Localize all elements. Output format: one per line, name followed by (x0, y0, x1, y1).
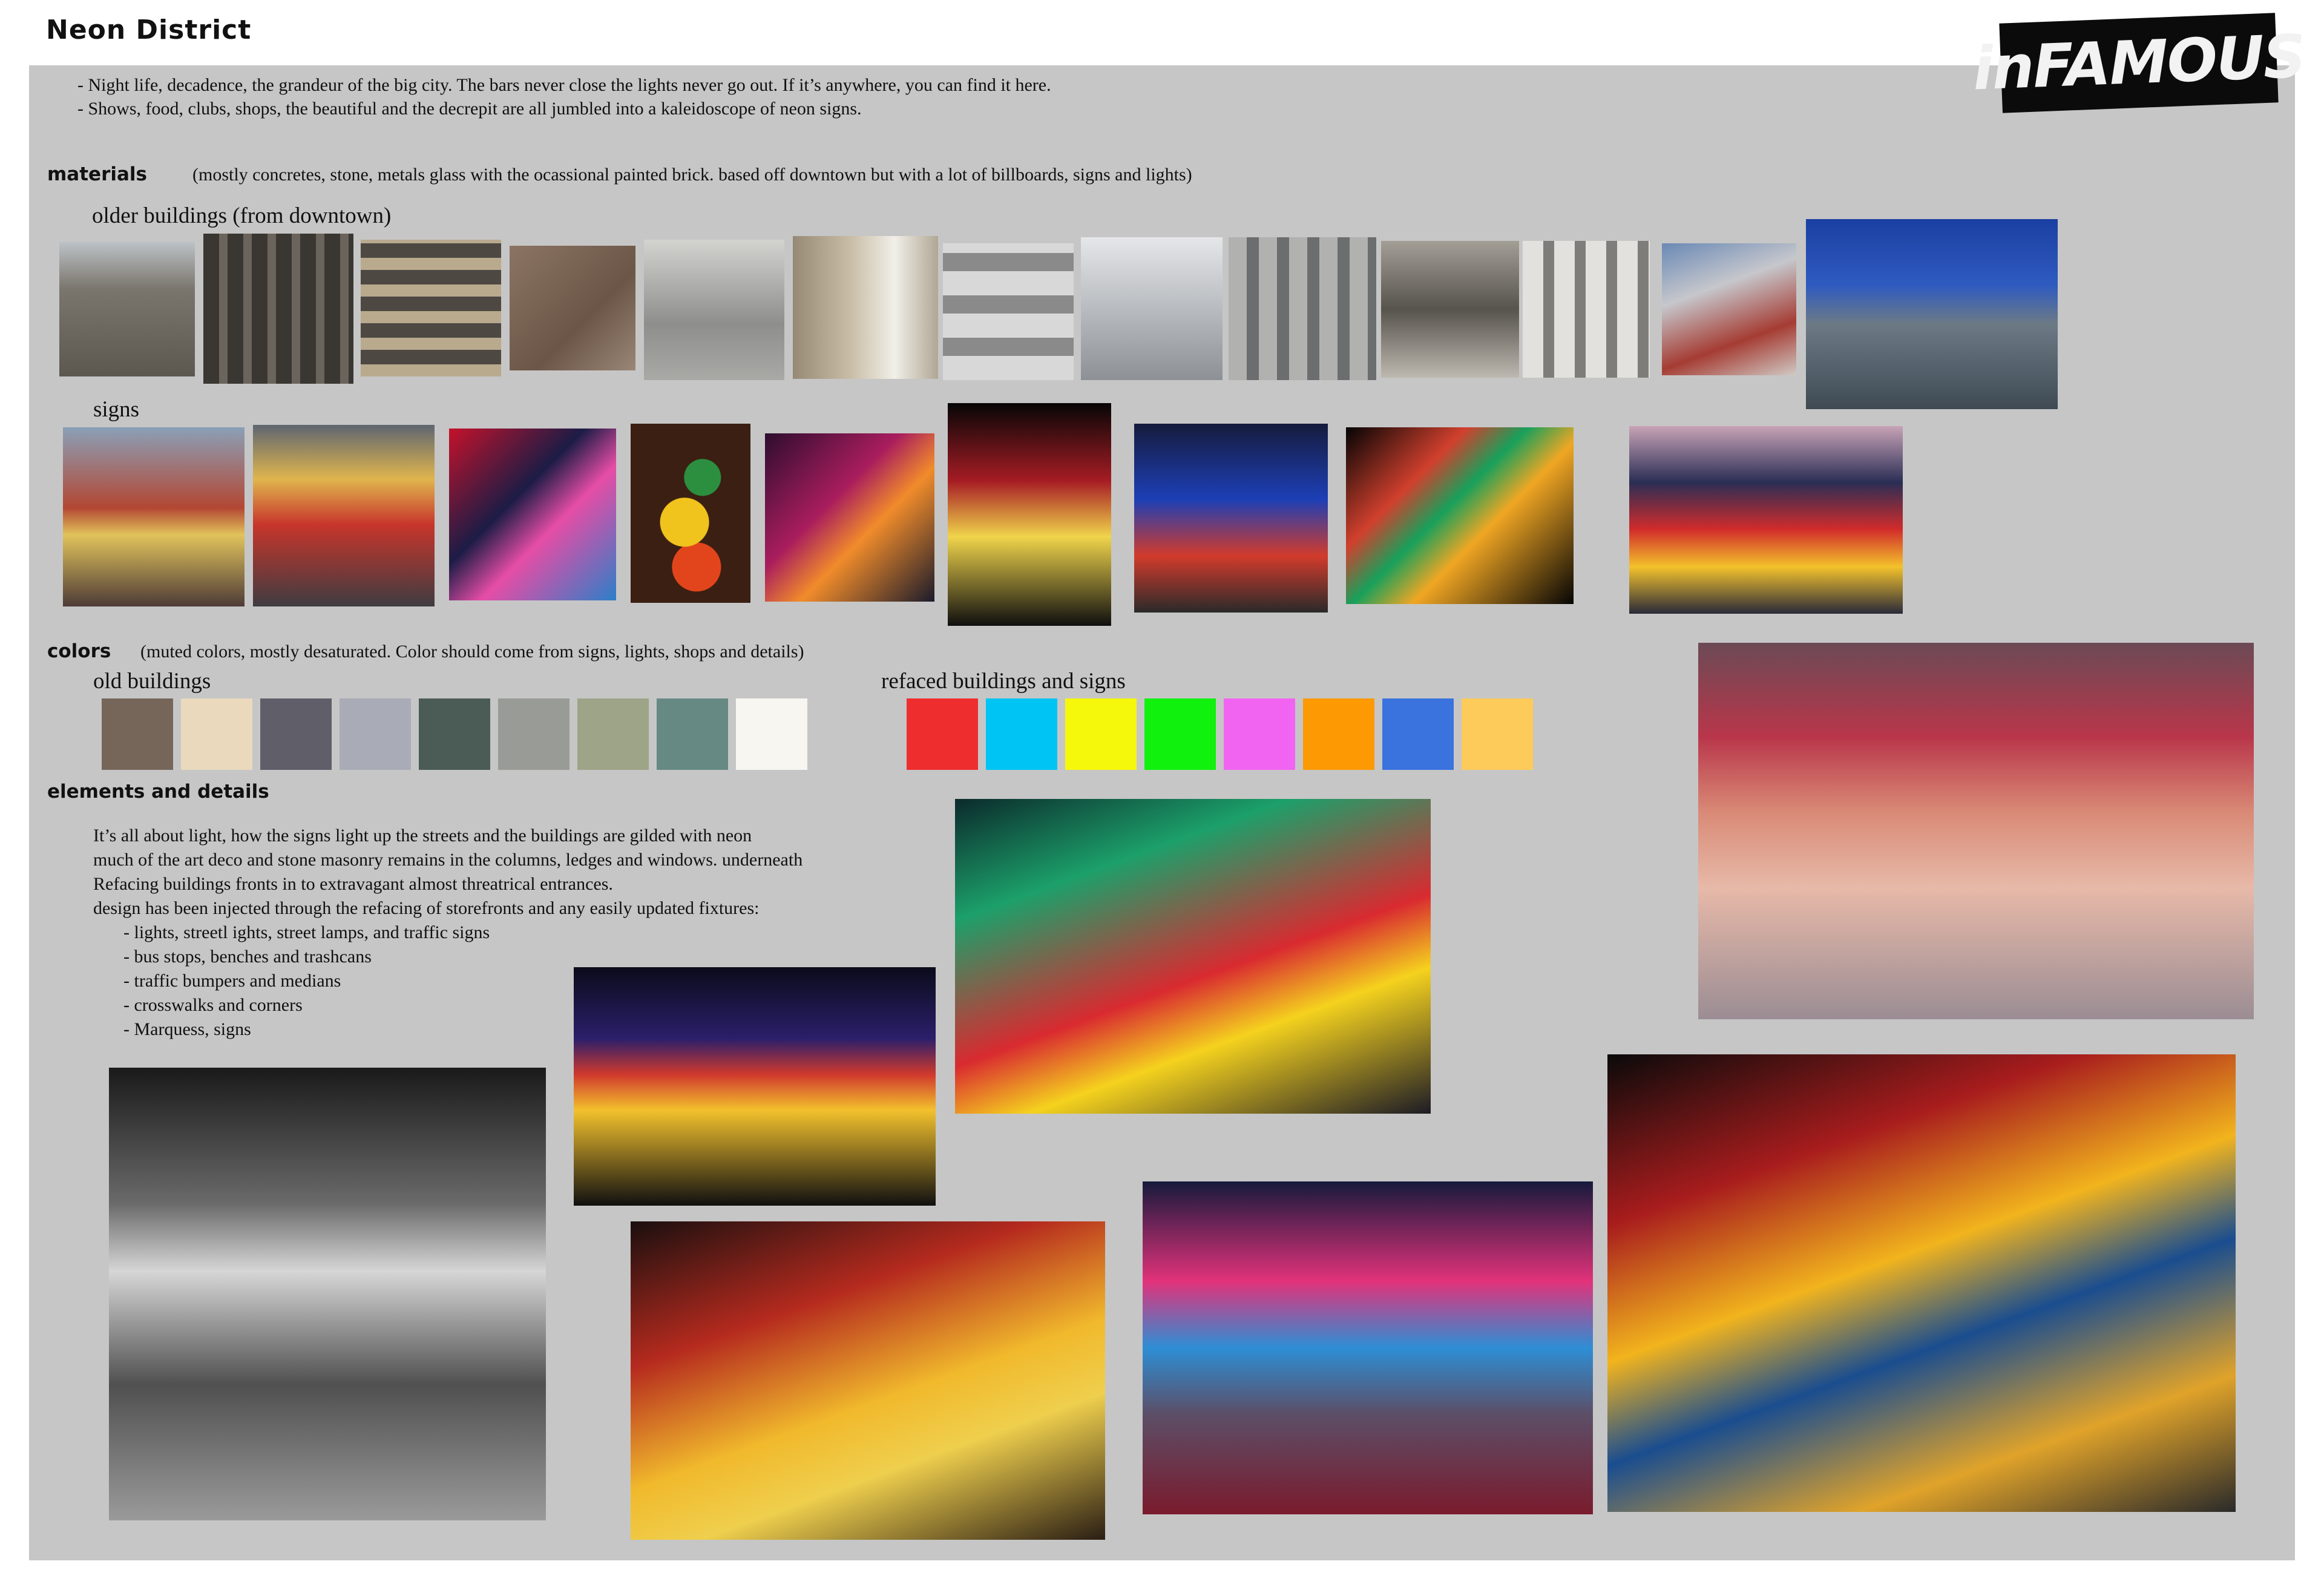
street-photo (109, 1068, 546, 1520)
building-photo (1381, 241, 1519, 378)
sign-photo (1346, 427, 1574, 604)
elements-bullet: - traffic bumpers and medians (123, 971, 341, 991)
old-color-swatch (657, 698, 728, 770)
materials-heading: materials (47, 163, 147, 185)
signs-label: signs (93, 397, 140, 422)
building-photo (510, 246, 635, 370)
sign-photo (948, 403, 1111, 626)
building-photo (1806, 219, 2058, 409)
building-photo (943, 243, 1074, 380)
old-color-swatch (181, 698, 252, 770)
sign-photo (63, 427, 245, 606)
street-photo (574, 967, 936, 1206)
elements-line: It’s all about light, how the signs ligh… (93, 826, 752, 846)
refaced-color-swatch (1462, 698, 1533, 770)
old-color-swatch (340, 698, 411, 770)
old-color-swatch (498, 698, 570, 770)
building-photo (644, 240, 784, 380)
older-buildings-label: older buildings (from downtown) (92, 203, 392, 228)
elements-bullet: - bus stops, benches and trashcans (123, 947, 372, 967)
street-photo (631, 1221, 1105, 1540)
sign-photo (1134, 424, 1328, 613)
intro-line-2: - Shows, food, clubs, shops, the beautif… (77, 99, 862, 119)
colors-heading: colors (47, 640, 111, 662)
elements-bullet: - crosswalks and corners (123, 995, 303, 1015)
sign-photo (765, 433, 934, 602)
refaced-color-swatch (1065, 698, 1137, 770)
building-photo (59, 242, 195, 376)
elements-line: much of the art deco and stone masonry r… (93, 850, 803, 870)
elements-bullet: - lights, streetl ights, street lamps, a… (123, 922, 490, 942)
elements-line: design has been injected through the ref… (93, 898, 760, 918)
sign-photo (1629, 426, 1903, 614)
materials-note: (mostly concretes, stone, metals glass w… (192, 165, 1192, 185)
colors-note: (muted colors, mostly desaturated. Color… (140, 642, 804, 662)
street-photo (1607, 1054, 2236, 1512)
sign-photo (253, 425, 435, 606)
sign-photo (631, 424, 750, 603)
refaced-color-swatch (907, 698, 978, 770)
refaced-color-swatch (1303, 698, 1374, 770)
street-photo (955, 799, 1431, 1114)
building-photo (1662, 243, 1796, 375)
page-title: Neon District (46, 15, 252, 45)
building-photo (1081, 237, 1223, 380)
building-photo (793, 236, 938, 379)
old-color-swatch (577, 698, 649, 770)
refaced-color-swatch (1144, 698, 1216, 770)
old-color-swatch (419, 698, 490, 770)
building-photo (361, 240, 501, 376)
old-color-swatch (736, 698, 807, 770)
street-photo (1698, 643, 2254, 1019)
refaced-color-swatch (1382, 698, 1454, 770)
infamous-logo: inFAMOUS (1972, 13, 2306, 113)
refaced-color-swatch (986, 698, 1057, 770)
building-photo (203, 234, 353, 384)
old-color-swatch (102, 698, 173, 770)
refaced-color-swatch (1224, 698, 1295, 770)
elements-line: Refacing buildings fronts in to extravag… (93, 874, 613, 894)
building-photo (1229, 237, 1376, 380)
street-photo (1143, 1181, 1593, 1514)
old-color-swatch (260, 698, 332, 770)
sign-photo (449, 429, 616, 600)
building-photo (1523, 241, 1650, 378)
logo-wordmark: inFAMOUS (1971, 22, 2306, 104)
old-buildings-label: old buildings (93, 669, 211, 694)
refaced-label: refaced buildings and signs (881, 669, 1126, 694)
intro-line-1: - Night life, decadence, the grandeur of… (77, 75, 1051, 95)
elements-bullet: - Marquess, signs (123, 1019, 251, 1039)
elements-heading: elements and details (47, 781, 269, 803)
